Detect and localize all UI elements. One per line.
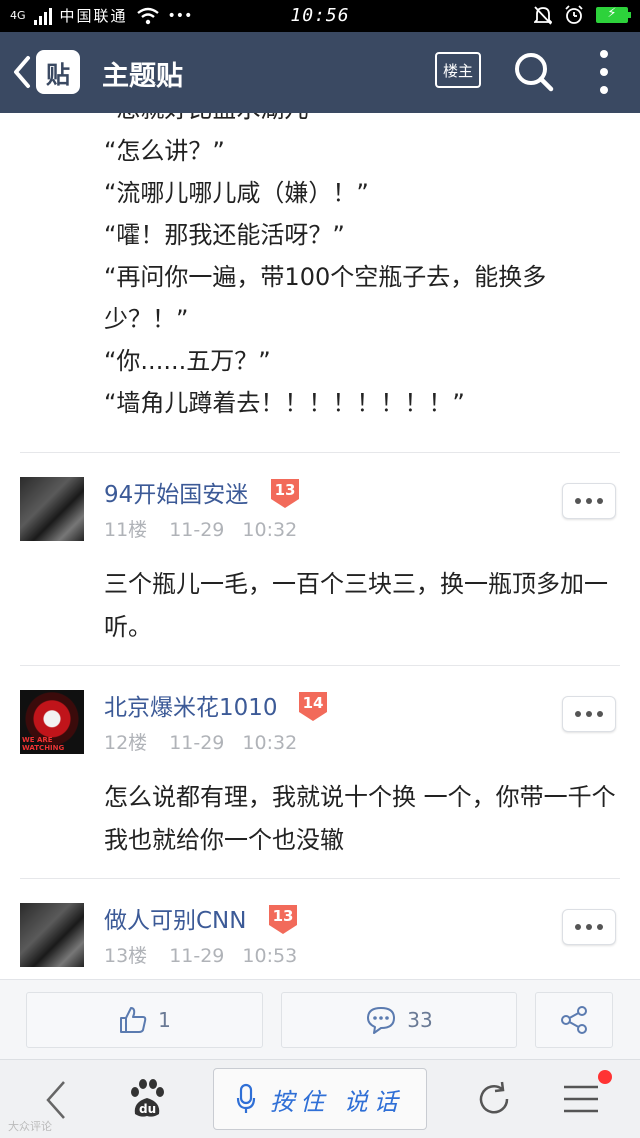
battery-icon: ⚡: [596, 6, 631, 23]
browser-bottom-nav: du 按住 说话: [0, 1059, 640, 1138]
share-icon: [561, 1006, 587, 1034]
menu-icon[interactable]: [562, 1084, 600, 1114]
username[interactable]: 做人可别CNN: [104, 901, 246, 935]
tieba-logo: 贴: [36, 50, 80, 94]
post-time: 11-29 10:32: [169, 519, 298, 541]
post-line: “再问你一遍，带100个空瓶子去，能换多少？！”: [104, 263, 547, 333]
page-title: 主题贴: [102, 61, 183, 92]
floor-number: 13楼: [104, 945, 148, 967]
share-button[interactable]: [535, 992, 613, 1048]
watermark: 大众评论: [8, 1120, 52, 1133]
username[interactable]: 北京爆米花1010: [104, 688, 278, 722]
floor-number: 11楼: [104, 519, 148, 541]
status-bar: 4G 中国联通 ••• 10:56 ⚡: [0, 0, 640, 32]
action-bar: 1 33: [0, 979, 640, 1059]
search-icon[interactable]: [512, 50, 554, 92]
reply-floor-12: WE ARE WATCHING 北京爆米花1010 14 12楼 11-29 10…: [20, 665, 620, 878]
reply-text: 怎么说都有理，我就说十个换 一个，你带一千个我也就给你一个也没辙: [104, 783, 616, 854]
post-line: “流哪儿哪儿咸（嫌）！”: [104, 179, 369, 207]
top-header: 贴 主题贴 楼主: [0, 32, 640, 113]
avatar[interactable]: [20, 903, 84, 967]
thumbs-up-icon: [120, 1007, 147, 1033]
post-line: “想就好比盐水湖儿”: [104, 113, 640, 130]
thread-content: “想就好比盐水湖儿” “怎么讲？” “流哪儿哪儿咸（嫌）！” “嚯！那我还能活呀…: [0, 113, 640, 979]
comment-count: 33: [407, 1008, 433, 1032]
post-body: “想就好比盐水湖儿” “怎么讲？” “流哪儿哪儿咸（嫌）！” “嚯！那我还能活呀…: [0, 113, 640, 424]
refresh-icon[interactable]: [474, 1079, 514, 1119]
post-line: “怎么讲？”: [104, 137, 225, 165]
only-op-button[interactable]: 楼主: [435, 52, 481, 88]
more-options-button[interactable]: [562, 483, 616, 519]
reply-text: 三个瓶儿一毛，一百个三块三，换一瓶顶多加一听。: [104, 570, 608, 641]
post-line: “墙角儿蹲着去！！！！！！！！”: [104, 389, 465, 417]
reply-floor-11: 94开始国安迷 13 11楼 11-29 10:32 三个瓶儿一毛，一百个三块三，…: [20, 452, 620, 665]
post-meta: 13楼 11-29 10:53: [104, 941, 319, 968]
level-badge: 13: [268, 477, 302, 509]
level-badge: 14: [296, 690, 330, 722]
level-badge: 13: [266, 903, 300, 935]
hold-to-talk-button[interactable]: 按住 说话: [213, 1068, 427, 1130]
notification-dot: [598, 1070, 612, 1084]
username[interactable]: 94开始国安迷: [104, 475, 248, 509]
alarm-icon: [565, 5, 583, 24]
avatar[interactable]: [20, 477, 84, 541]
post-meta: 11楼 11-29 10:32: [104, 515, 319, 542]
more-menu-icon[interactable]: [594, 50, 614, 94]
post-line: “你......五万？”: [104, 347, 271, 375]
post-meta: 12楼 11-29 10:32: [104, 728, 319, 755]
post-time: 11-29 10:32: [169, 732, 298, 754]
baidu-paw-icon[interactable]: du: [127, 1078, 167, 1120]
back-button[interactable]: 贴: [10, 46, 82, 98]
avatar-caption: WE ARE WATCHING: [22, 736, 65, 752]
voice-label: 按住 说话: [270, 1087, 404, 1116]
avatar[interactable]: WE ARE WATCHING: [20, 690, 84, 754]
like-button[interactable]: 1: [26, 992, 263, 1048]
mute-bell-icon: [534, 6, 552, 25]
comment-bubble-icon: [367, 1007, 396, 1034]
chevron-left-icon: [14, 56, 30, 88]
like-count: 1: [158, 1008, 171, 1032]
post-time: 11-29 10:53: [169, 945, 298, 967]
reply-floor-13: 做人可别CNN 13 13楼 11-29 10:53: [20, 878, 620, 979]
post-line: “嚯！那我还能活呀？”: [104, 221, 345, 249]
more-options-button[interactable]: [562, 696, 616, 732]
floor-number: 12楼: [104, 732, 148, 754]
baidu-label: du: [139, 1102, 157, 1116]
microphone-icon: [237, 1083, 256, 1113]
more-options-button[interactable]: [562, 909, 616, 945]
back-arrow-icon[interactable]: [40, 1078, 70, 1122]
comment-button[interactable]: 33: [281, 992, 517, 1048]
